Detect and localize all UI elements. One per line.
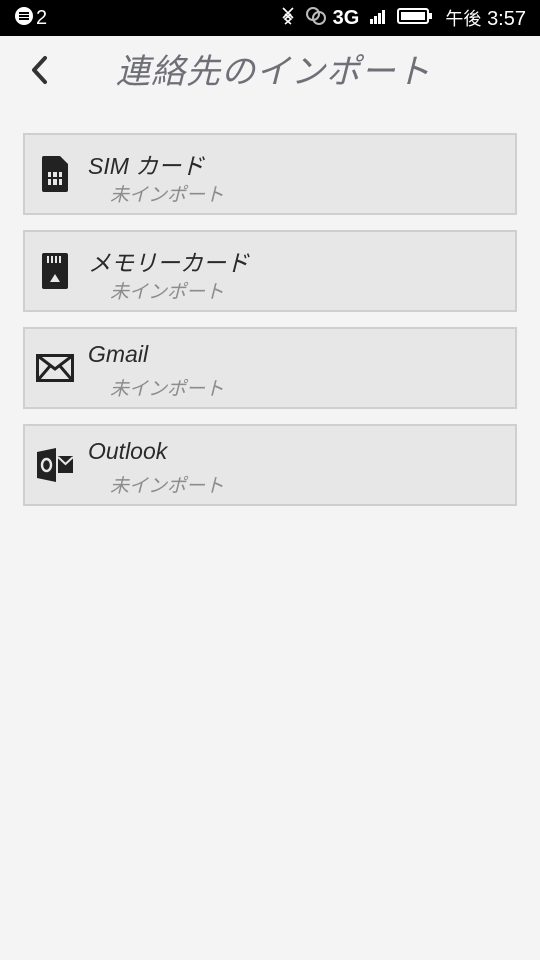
import-source-status: 未インポート xyxy=(110,476,225,497)
import-source-label: Outlook xyxy=(88,438,168,464)
import-source-status: 未インポート xyxy=(110,282,225,303)
memory-card-icon xyxy=(35,251,75,291)
clock-time: 3:57 xyxy=(487,8,526,30)
page-title: 連絡先のインポート xyxy=(116,52,431,92)
clock: 午後 3:57 xyxy=(445,5,526,31)
import-source-list: SIM カード 未インポート メモリーカード 未インポート Gmail 未インポ… xyxy=(23,133,517,521)
back-button[interactable] xyxy=(20,50,60,94)
notification-icon xyxy=(14,6,34,30)
import-source-label: SIM カード xyxy=(88,153,205,179)
network-type: 3G xyxy=(332,6,360,29)
sim-card-icon xyxy=(35,154,75,194)
import-source-sim-card[interactable]: SIM カード 未インポート xyxy=(23,133,517,215)
link-icon xyxy=(305,5,327,31)
status-bar-left: 2 xyxy=(14,0,47,36)
clock-am-pm: 午後 xyxy=(445,9,482,30)
battery-icon xyxy=(397,7,433,29)
chevron-left-icon xyxy=(30,55,50,89)
import-source-memory-card[interactable]: メモリーカード 未インポート xyxy=(23,230,517,312)
import-source-status: 未インポート xyxy=(110,185,225,206)
signal-icon xyxy=(369,8,387,28)
status-bar-right: 3G 午後 3:57 xyxy=(271,0,526,36)
header: 連絡先のインポート xyxy=(0,36,540,112)
mail-icon xyxy=(35,348,75,388)
import-source-gmail[interactable]: Gmail 未インポート xyxy=(23,327,517,409)
outlook-icon xyxy=(35,445,75,485)
import-source-label: メモリーカード xyxy=(88,250,249,276)
import-source-outlook[interactable]: Outlook 未インポート xyxy=(23,424,517,506)
bluetooth-icon xyxy=(281,5,295,31)
import-source-status: 未インポート xyxy=(110,379,225,400)
import-source-label: Gmail xyxy=(88,341,149,367)
status-bar: 2 3G 午後 3:57 xyxy=(0,0,540,36)
notification-count: 2 xyxy=(36,6,48,29)
